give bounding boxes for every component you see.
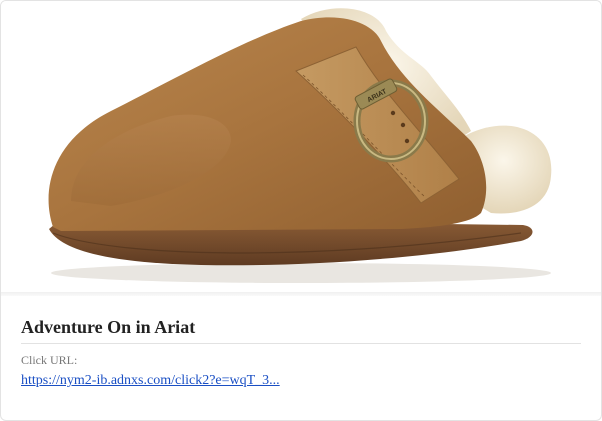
product-image[interactable]: ARIAT bbox=[1, 1, 601, 292]
ad-content: Adventure On in Ariat Click URL: https:/… bbox=[21, 306, 581, 389]
shadow bbox=[51, 263, 551, 283]
strap-hole bbox=[390, 110, 396, 116]
click-url-link[interactable]: https://nym2-ib.adnxs.com/click2?e=wqT_3… bbox=[21, 373, 280, 389]
strap-hole bbox=[404, 138, 410, 144]
strap-hole bbox=[400, 122, 406, 128]
image-divider bbox=[1, 292, 601, 296]
ad-title: Adventure On in Ariat bbox=[21, 306, 581, 344]
ad-card: ARIAT Adventure On in Ariat Click URL: h… bbox=[0, 0, 602, 421]
clog-illustration: ARIAT bbox=[48, 8, 552, 283]
click-url-label: Click URL: bbox=[21, 353, 78, 367]
